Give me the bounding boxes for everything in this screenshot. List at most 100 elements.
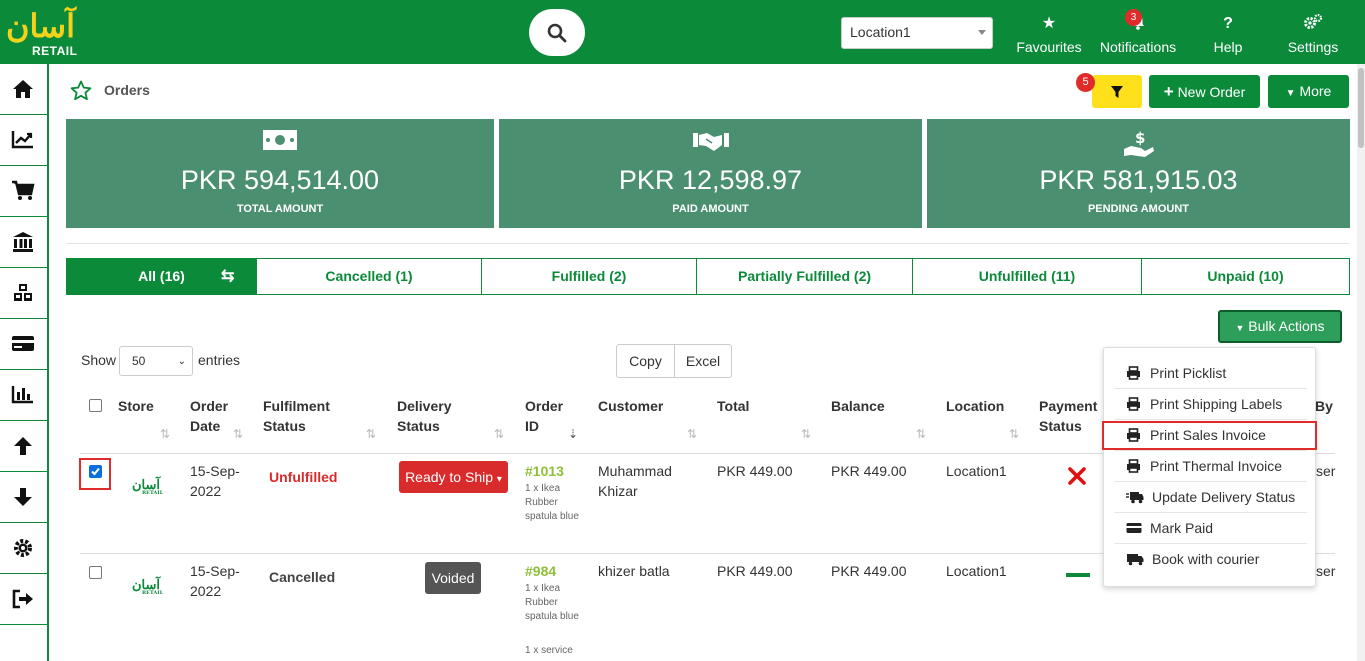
sidebar-item-inventory[interactable]	[0, 268, 47, 319]
menu-item-highlight	[1102, 421, 1317, 450]
favourite-star-icon[interactable]	[70, 80, 92, 101]
new-order-button[interactable]: + New Order	[1149, 75, 1260, 108]
print-icon	[1127, 366, 1140, 380]
pending-amount-label: PENDING AMOUNT	[1087, 203, 1190, 215]
global-search-button[interactable]	[529, 9, 585, 56]
chart-line-icon	[11, 131, 33, 149]
bulk-actions-label: Bulk Actions	[1248, 318, 1325, 334]
pending-amount-value: PKR 581,915.03	[1039, 165, 1238, 195]
page-size-value: 50	[132, 354, 146, 368]
order-location: Location1	[946, 563, 1007, 579]
sort-icon[interactable]: ⇅	[233, 427, 243, 441]
page-scrollbar-thumb[interactable]	[1358, 68, 1364, 148]
col-payment-status[interactable]: Payment Status	[1039, 396, 1099, 436]
sort-icon[interactable]: ⇅	[801, 427, 811, 441]
sidebar-item-settings[interactable]	[0, 523, 47, 574]
sort-icon[interactable]: ⇅	[1009, 427, 1019, 441]
help-link[interactable]: ? Help	[1206, 14, 1250, 60]
col-order-id[interactable]: Order ID	[525, 396, 565, 436]
caret-down-icon	[978, 30, 986, 35]
chevron-down-icon: ▾	[496, 474, 502, 485]
sidebar-item-sales[interactable]	[0, 166, 47, 217]
sort-desc-icon[interactable]: ⇣	[568, 427, 578, 441]
order-date: 15-Sep-2022	[190, 463, 240, 499]
cog-icon	[14, 539, 32, 557]
menu-item-mark-paid[interactable]: Mark Paid	[1114, 513, 1307, 544]
plus-icon: +	[1163, 82, 1174, 101]
sort-icon[interactable]: ⇅	[494, 427, 504, 441]
menu-item-label: Mark Paid	[1150, 520, 1214, 536]
settings-link[interactable]: Settings	[1284, 13, 1342, 60]
col-delivery-status[interactable]: Delivery Status	[397, 396, 457, 436]
refresh-icon[interactable]: ⇆	[221, 259, 234, 294]
select-all-checkbox[interactable]	[89, 399, 102, 412]
col-store[interactable]: Store	[118, 396, 154, 416]
tab-unpaid[interactable]: Unpaid (10)	[1142, 259, 1349, 294]
col-fulfilment-status[interactable]: Fulfilment Status	[263, 396, 343, 436]
location-select-value: Location1	[850, 24, 911, 40]
shopping-cart-icon	[12, 180, 35, 200]
tab-unfulfilled[interactable]: Unfulfilled (11)	[913, 259, 1142, 294]
col-customer[interactable]: Customer	[598, 396, 663, 416]
copy-button[interactable]: Copy	[616, 344, 675, 378]
sort-icon[interactable]: ⇅	[916, 427, 926, 441]
fulfilment-status: Cancelled	[269, 569, 336, 585]
order-items: 1 x Ikea Rubber spatula blue	[525, 483, 579, 522]
total-amount-label: TOTAL AMOUNT	[236, 203, 324, 215]
order-id-link[interactable]: #984	[525, 561, 556, 581]
sidebar-item-stock-in[interactable]	[0, 421, 47, 472]
menu-item-book-with-courier[interactable]: Book with courier	[1114, 544, 1307, 575]
page-scrollbar[interactable]	[1357, 64, 1365, 661]
sidebar-item-reports[interactable]	[0, 115, 47, 166]
menu-item-update-delivery-status[interactable]: Update Delivery Status	[1114, 482, 1307, 513]
favourites-label: Favourites	[1016, 39, 1082, 55]
app-logo[interactable]: آسان RETAIL	[6, 6, 78, 58]
sidebar-item-logout[interactable]	[0, 574, 47, 625]
sort-icon[interactable]: ⇅	[687, 427, 697, 441]
delivery-status-dropdown[interactable]: Ready to Ship ▾	[399, 461, 508, 493]
logo-retail-text: RETAIL	[32, 44, 78, 58]
sidebar-item-finance[interactable]	[0, 217, 47, 268]
sidebar-item-analytics[interactable]	[0, 370, 47, 421]
paid-amount-label: PAID AMOUNT	[672, 203, 749, 215]
row-checkbox[interactable]	[89, 465, 102, 478]
new-order-label: New Order	[1177, 84, 1246, 100]
tab-fulfilled[interactable]: Fulfilled (2)	[482, 259, 697, 294]
bulk-actions-button[interactable]: ▼ Bulk Actions	[1218, 310, 1342, 343]
col-by[interactable]: By	[1315, 396, 1333, 416]
sort-icon[interactable]: ⇅	[366, 427, 376, 441]
page-size-select[interactable]: 50 ⌄	[119, 346, 193, 376]
sidebar-item-stock-out[interactable]	[0, 472, 47, 523]
col-order-date[interactable]: Order Date	[190, 396, 230, 436]
order-id-link[interactable]: #1013	[525, 461, 564, 481]
filter-button[interactable]	[1092, 75, 1142, 108]
section-divider	[66, 243, 1349, 244]
tab-all[interactable]: All (16) ⇆	[67, 259, 257, 294]
col-location[interactable]: Location	[946, 396, 1004, 416]
tab-cancelled[interactable]: Cancelled (1)	[257, 259, 482, 294]
customer-name[interactable]: khizer batla	[598, 561, 670, 581]
handshake-icon	[499, 129, 922, 158]
order-items: 1 x Ikea Rubber spatula blue	[525, 583, 579, 622]
sidebar-item-payments[interactable]	[0, 319, 47, 370]
favourites-link[interactable]: ★ Favourites	[1014, 14, 1084, 60]
menu-item-print-picklist[interactable]: Print Picklist	[1114, 358, 1307, 389]
col-balance[interactable]: Balance	[831, 396, 885, 416]
location-select[interactable]: Location1	[841, 17, 993, 49]
pending-amount-card: $ PKR 581,915.03 PENDING AMOUNT	[927, 119, 1350, 228]
svg-text:$: $	[1135, 129, 1145, 147]
row-checkbox[interactable]	[89, 566, 102, 579]
arrow-up-icon	[14, 437, 32, 455]
menu-item-print-thermal-invoice[interactable]: Print Thermal Invoice	[1114, 451, 1307, 482]
notifications-label: Notifications	[1099, 39, 1177, 55]
sort-icon[interactable]: ⇅	[160, 427, 170, 441]
customer-name[interactable]: Muhammad Khizar	[598, 461, 688, 501]
store-logo: آسان RETAIL	[132, 478, 163, 496]
menu-item-print-shipping-labels[interactable]: Print Shipping Labels	[1114, 389, 1307, 420]
more-button[interactable]: ▼ More	[1268, 75, 1349, 108]
paid-amount-value: PKR 12,598.97	[618, 165, 803, 195]
col-total[interactable]: Total	[717, 396, 749, 416]
excel-button[interactable]: Excel	[674, 344, 732, 378]
sidebar-item-home[interactable]	[0, 64, 47, 115]
tab-partially-fulfilled[interactable]: Partially Fulfilled (2)	[697, 259, 913, 294]
